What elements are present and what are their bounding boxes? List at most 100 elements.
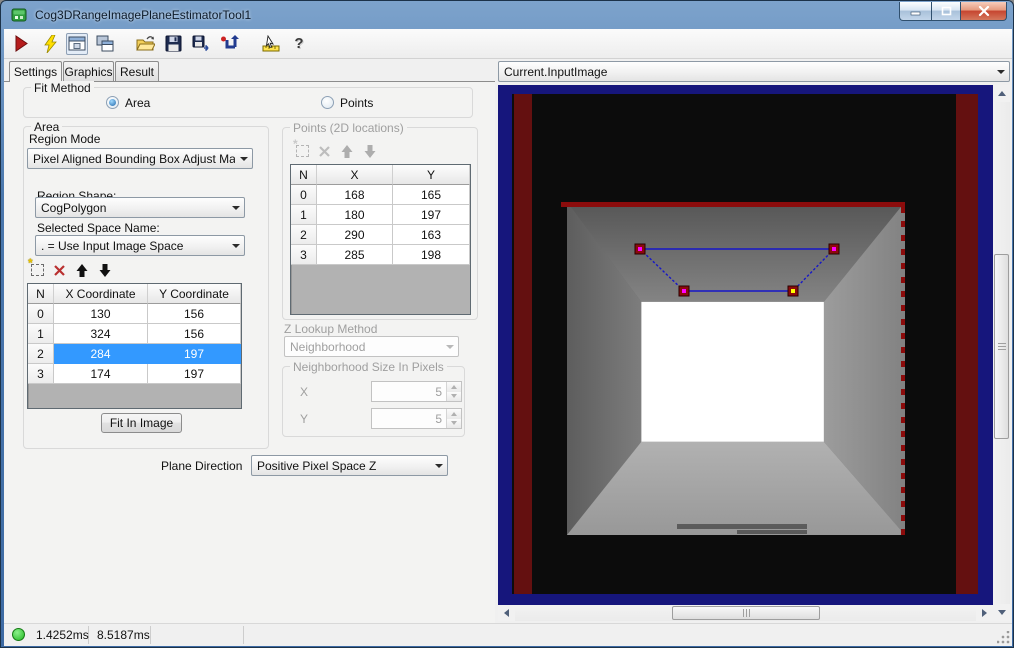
save-image-button[interactable] [190, 33, 212, 55]
delete-vertex-button[interactable] [53, 264, 66, 277]
vertical-scrollbar[interactable] [993, 85, 1010, 621]
minimize-icon [910, 7, 921, 16]
delete-point-button [318, 145, 331, 158]
neighborhood-group-label: Neighborhood Size In Pixels [290, 360, 447, 374]
chevron-down-icon [235, 149, 252, 168]
neighborhood-y-label: Y [300, 412, 308, 426]
horizontal-scroll-thumb[interactable] [672, 606, 820, 620]
close-button[interactable] [960, 2, 1007, 21]
status-bar: 1.4252ms 8.5187ms [4, 623, 1012, 646]
chevron-down-icon [227, 236, 244, 255]
tab-graphics[interactable]: Graphics [63, 61, 114, 81]
show-image-display-button[interactable] [66, 33, 88, 55]
tab-result[interactable]: Result [115, 61, 159, 81]
z-lookup-label: Z Lookup Method [284, 322, 377, 336]
horizontal-scrollbar[interactable] [498, 605, 993, 621]
fit-in-image-button[interactable]: Fit In Image [101, 413, 182, 433]
measure-button[interactable] [260, 33, 282, 55]
spin-up-icon [447, 409, 461, 419]
add-point-button: * [296, 145, 309, 157]
table-row-selected[interactable]: 2 284 197 [28, 344, 241, 364]
points-table: N X Y 0 168 165 1 180 197 2 290 163 3 28 [290, 164, 471, 315]
maximize-icon [941, 6, 952, 16]
region-mode-select[interactable]: Pixel Aligned Bounding Box Adjust Mask [27, 148, 253, 169]
table-row[interactable]: 0 130 156 [28, 304, 241, 324]
points-toolbar-disabled: * [296, 140, 377, 162]
ruler-pointer-icon [261, 35, 281, 52]
vertex-handle[interactable] [679, 286, 689, 296]
close-icon [978, 6, 990, 17]
move-vertex-down-button[interactable] [98, 263, 112, 278]
trigger-button[interactable] [38, 33, 60, 55]
spin-up-icon [447, 382, 461, 392]
plane-direction-select[interactable]: Positive Pixel Space Z [251, 455, 448, 476]
title-bar[interactable]: Cog3DRangeImagePlaneEstimatorTool1 [1, 1, 1013, 29]
run-button[interactable] [10, 33, 32, 55]
tab-settings[interactable]: Settings [9, 61, 62, 82]
resize-grip[interactable] [997, 631, 1010, 644]
fit-method-area-label: Area [125, 96, 150, 110]
save-image-icon [192, 35, 211, 52]
revert-params-button[interactable] [218, 33, 240, 55]
move-point-down-button [363, 144, 377, 159]
area-vertex-table[interactable]: N X Coordinate Y Coordinate 0 130 156 1 … [27, 283, 242, 409]
plane-direction-label: Plane Direction [161, 459, 242, 473]
spin-down-icon [447, 419, 461, 429]
scroll-down-button[interactable] [993, 604, 1010, 621]
scroll-left-button[interactable] [498, 605, 515, 621]
scroll-right-button[interactable] [976, 605, 993, 621]
table-header-row: N X Coordinate Y Coordinate [28, 284, 241, 304]
chevron-down-icon [441, 337, 458, 356]
app-icon [11, 7, 27, 23]
fit-method-points-label: Points [340, 96, 373, 110]
total-time-value: 8.5187ms [97, 628, 150, 642]
image-display[interactable] [498, 85, 993, 605]
table-row: 2 290 163 [291, 225, 470, 245]
table-row: 3 285 198 [291, 245, 470, 265]
save-button[interactable] [162, 33, 184, 55]
minimize-button[interactable] [899, 2, 932, 21]
neighborhood-x-stepper: 5 [371, 381, 462, 402]
area-vertex-toolbar: * [31, 259, 112, 281]
scroll-up-button[interactable] [993, 85, 1010, 102]
vertex-handle[interactable] [829, 244, 839, 254]
vertical-scroll-thumb[interactable] [994, 254, 1009, 439]
chevron-down-icon [430, 456, 447, 475]
fit-method-area-radio[interactable] [106, 96, 119, 109]
spin-down-icon [447, 392, 461, 402]
float-image-display-button[interactable] [94, 33, 116, 55]
help-button[interactable]: ? [288, 33, 310, 55]
move-point-up-button [340, 144, 354, 159]
neighborhood-y-stepper: 5 [371, 408, 462, 429]
run-time-value: 1.4252ms [36, 628, 89, 642]
selected-space-label: Selected Space Name: [37, 221, 160, 235]
add-vertex-button[interactable]: * [31, 264, 44, 276]
maximize-button[interactable] [931, 2, 961, 21]
table-row[interactable]: 1 324 156 [28, 324, 241, 344]
image-source-select[interactable]: Current.InputImage [498, 61, 1010, 82]
main-toolbar: ? [4, 29, 1012, 59]
fit-method-label: Fit Method [31, 81, 94, 95]
move-vertex-up-button[interactable] [75, 263, 89, 278]
run-status-indicator [12, 628, 25, 641]
open-file-button[interactable] [134, 33, 156, 55]
table-header-row: N X Y [291, 165, 470, 185]
region-shape-select[interactable]: CogPolygon [35, 197, 245, 218]
vertex-handle[interactable] [635, 244, 645, 254]
lightning-icon [42, 35, 57, 53]
z-lookup-select: Neighborhood [284, 336, 459, 357]
table-row[interactable]: 3 174 197 [28, 364, 241, 384]
chevron-down-icon [992, 62, 1009, 81]
polygon-overlay[interactable] [498, 85, 993, 605]
points-group-label: Points (2D locations) [290, 121, 407, 135]
selected-space-select[interactable]: . = Use Input Image Space [35, 235, 245, 256]
run-icon [13, 35, 29, 52]
float-window-icon [96, 35, 114, 52]
fit-method-points-radio[interactable] [321, 96, 334, 109]
help-icon: ? [294, 35, 303, 52]
client-area: ? Settings Graphics Result Fit Method Ar… [4, 29, 1012, 646]
table-row: 0 168 165 [291, 185, 470, 205]
window-title: Cog3DRangeImagePlaneEstimatorTool1 [35, 8, 251, 22]
save-icon [165, 35, 182, 52]
vertex-handle-selected[interactable] [788, 286, 798, 296]
